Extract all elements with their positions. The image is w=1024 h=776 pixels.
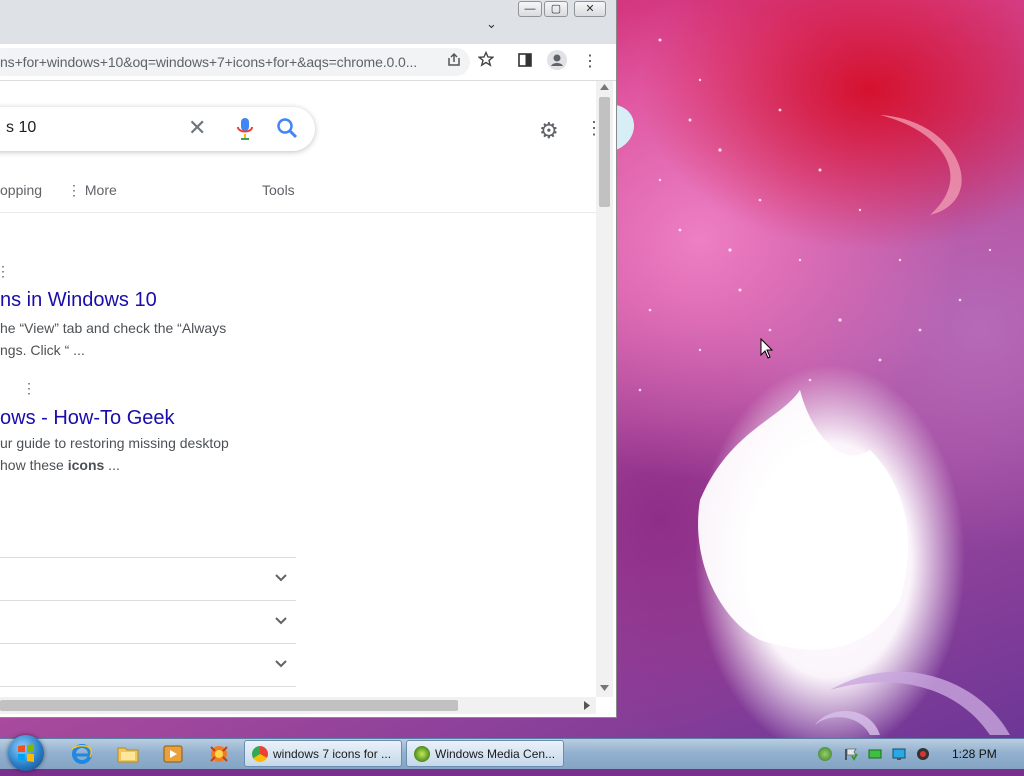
settings-gear-icon[interactable]: ⚙ <box>539 118 559 144</box>
bookmark-star-icon[interactable] <box>475 50 497 71</box>
chrome-icon <box>252 746 268 762</box>
taskbar-button-media-center[interactable]: Windows Media Cen... <box>406 740 564 767</box>
start-orb-windows-icon[interactable] <box>8 735 44 771</box>
browser-titlebar: — ▢ ✕ ⌄ <box>0 0 616 44</box>
related-question-row[interactable] <box>0 600 296 643</box>
scroll-right-arrow-icon[interactable] <box>584 701 590 710</box>
app-pinned-icon[interactable] <box>207 743 231 765</box>
tray-display-icon[interactable] <box>892 747 906 761</box>
nav-divider <box>0 212 596 213</box>
result-2-title-link[interactable]: ows - How-To Geek <box>0 407 175 430</box>
search-input[interactable]: s 10 <box>6 119 36 137</box>
bold-keyword: icons <box>67 457 105 473</box>
browser-window: — ▢ ✕ ⌄ ns+for+windows+10&oq=windows+7+i… <box>0 0 617 718</box>
tray-speaker-icon[interactable] <box>916 747 930 761</box>
chevron-down-icon <box>274 570 288 588</box>
chevron-down-icon <box>274 613 288 631</box>
media-player-icon[interactable] <box>161 743 185 765</box>
result-1-snippet-line-2: ngs. Click “ ... <box>0 342 85 358</box>
address-toolbar: ns+for+windows+10&oq=windows+7+icons+for… <box>0 44 616 81</box>
tray-update-icon[interactable] <box>818 747 832 761</box>
related-question-row[interactable] <box>0 643 296 686</box>
clear-search-icon[interactable]: ✕ <box>188 115 206 141</box>
file-explorer-folder-icon[interactable] <box>116 743 140 765</box>
chevron-down-icon <box>274 656 288 674</box>
more-options-icon[interactable]: ⋮ <box>585 118 596 139</box>
taskbar-media-center-label: Windows Media Cen... <box>435 747 556 761</box>
minimize-button[interactable]: — <box>518 1 542 17</box>
taskbar-button-chrome[interactable]: windows 7 icons for ... <box>244 740 402 767</box>
horizontal-scroll-thumb[interactable] <box>0 700 458 711</box>
maximize-button[interactable]: ▢ <box>544 1 568 17</box>
vertical-scrollbar[interactable] <box>596 81 613 697</box>
tab-more-label: More <box>84 182 117 198</box>
scroll-down-arrow-icon[interactable] <box>600 685 609 691</box>
close-button[interactable]: ✕ <box>574 1 606 17</box>
result-1-snippet-line-1: he “View” tab and check the “Always <box>0 320 227 336</box>
vertical-scroll-thumb[interactable] <box>599 97 610 207</box>
horizontal-scrollbar[interactable] <box>0 697 596 714</box>
microphone-icon[interactable] <box>236 117 254 146</box>
tab-shopping[interactable]: opping <box>0 182 42 198</box>
mouse-cursor-icon <box>760 338 774 359</box>
url-text[interactable]: ns+for+windows+10&oq=windows+7+icons+for… <box>0 54 417 70</box>
tab-search-chevron-down-icon[interactable]: ⌄ <box>486 16 497 32</box>
browser-menu-icon[interactable]: ⋮ <box>579 51 601 71</box>
result-2-snippet-line-1: ur guide to restoring missing desktop <box>0 435 229 451</box>
system-clock[interactable]: 1:28 PM <box>952 747 997 761</box>
result-1-title-link[interactable]: ns in Windows 10 <box>0 289 157 312</box>
tray-action-center-flag-icon[interactable] <box>844 747 858 761</box>
taskbar: windows 7 icons for ... Windows Media Ce… <box>0 735 1024 771</box>
omnibox[interactable]: ns+for+windows+10&oq=windows+7+icons+for… <box>0 48 470 76</box>
side-panel-icon[interactable] <box>514 52 536 72</box>
result-2-menu-icon[interactable]: ⋮ <box>22 380 36 397</box>
tray-network-icon[interactable] <box>868 747 882 761</box>
tab-more[interactable]: ⋮ More <box>67 182 117 199</box>
share-icon[interactable] <box>443 52 465 72</box>
result-2-snippet-line-2: how these icons ... <box>0 457 120 473</box>
google-results-page: s 10 ✕ ⚙ ⋮ opping ⋮ More Tools ⋮ ns in W… <box>0 81 596 697</box>
related-question-row[interactable] <box>0 686 296 697</box>
more-kebab-icon: ⋮ <box>67 182 81 198</box>
internet-explorer-icon[interactable] <box>70 743 94 765</box>
result-1-menu-icon[interactable]: ⋮ <box>0 263 10 280</box>
taskbar-chrome-label: windows 7 icons for ... <box>273 747 392 761</box>
search-box[interactable]: s 10 ✕ <box>0 107 315 151</box>
media-center-icon <box>414 746 430 762</box>
scroll-up-arrow-icon[interactable] <box>600 84 609 90</box>
related-question-row[interactable] <box>0 557 296 600</box>
profile-avatar-icon[interactable] <box>546 50 568 74</box>
search-magnifier-icon[interactable] <box>276 117 298 144</box>
tools-button[interactable]: Tools <box>262 182 295 198</box>
